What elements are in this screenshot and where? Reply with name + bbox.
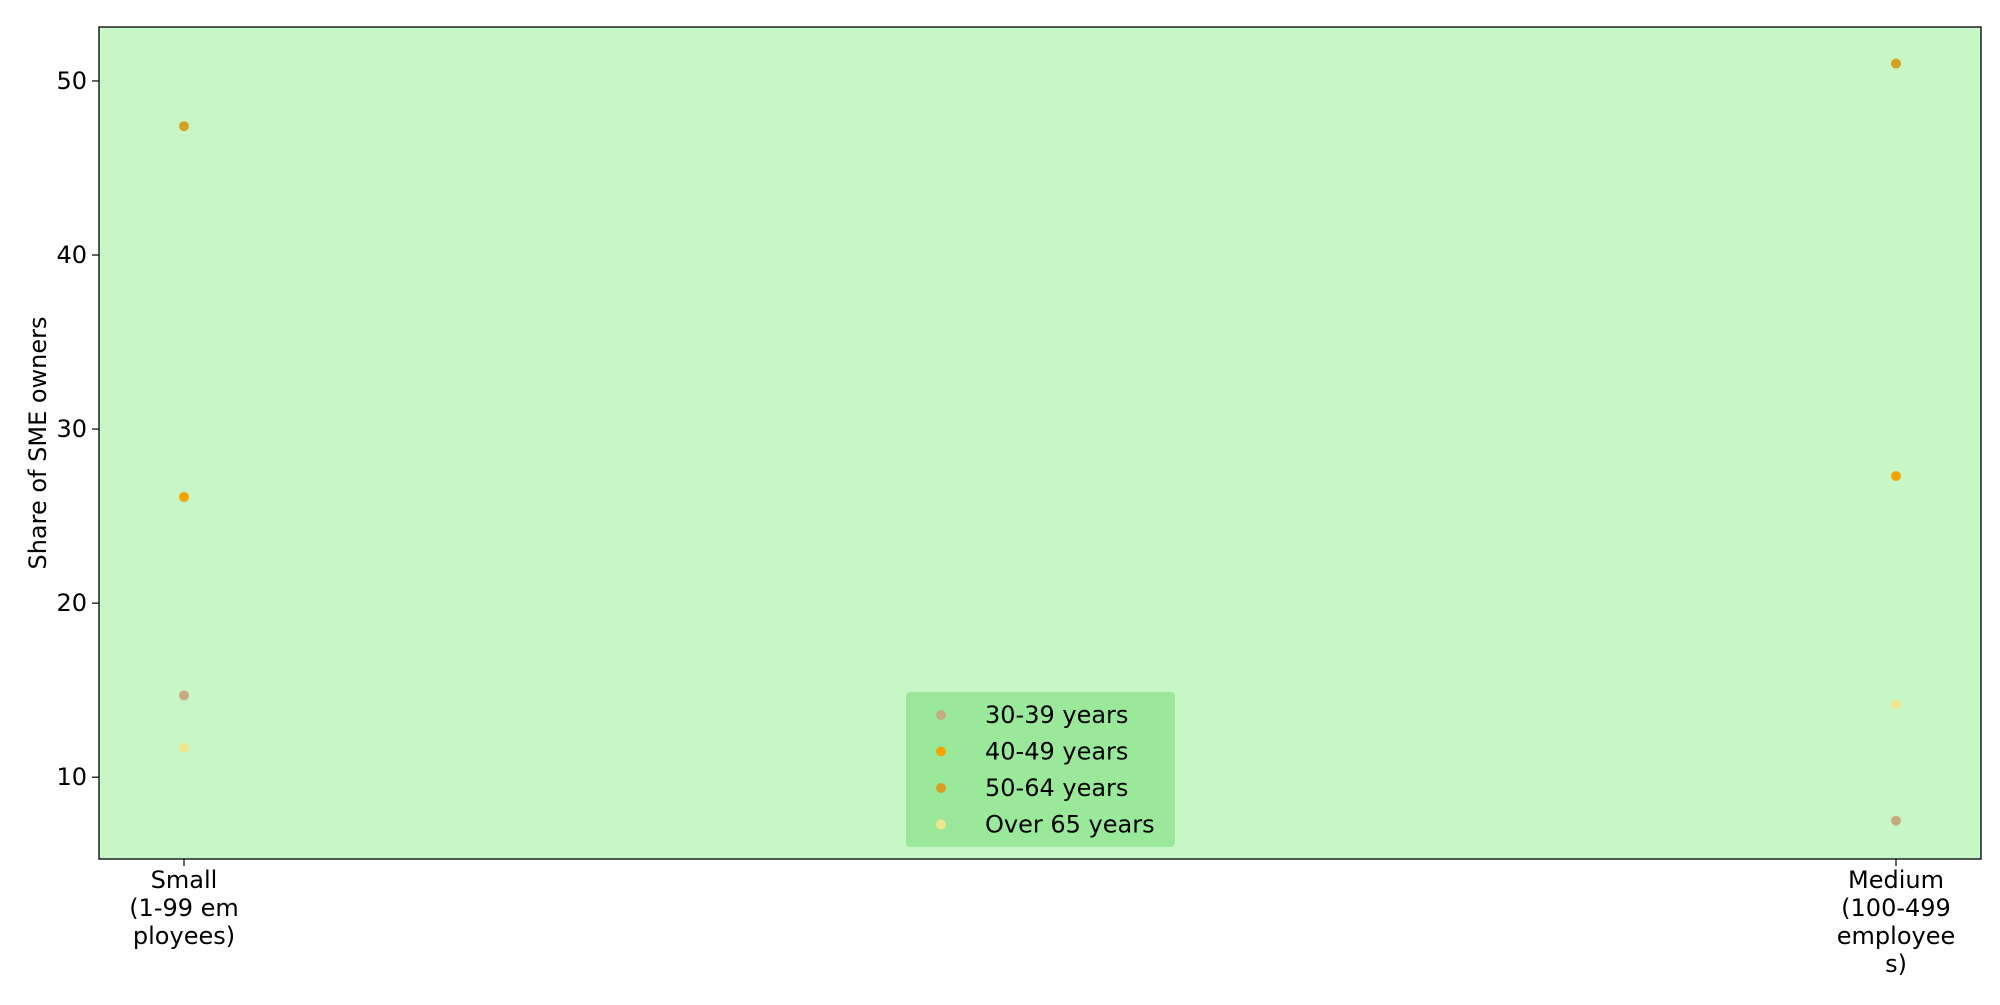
- y-tick-label: 50: [56, 67, 87, 95]
- legend-marker: [936, 746, 946, 757]
- x-tick-label: s): [1885, 950, 1907, 978]
- data-point: [179, 742, 189, 753]
- data-point: [1891, 58, 1901, 69]
- x-tick-label: (100-499: [1841, 894, 1951, 922]
- x-tick-label: Medium: [1848, 866, 1944, 894]
- legend-label: Over 65 years: [985, 811, 1155, 839]
- y-axis: 10 20 30 40 50: [56, 67, 99, 791]
- legend-marker: [936, 819, 946, 830]
- data-point: [179, 121, 189, 132]
- x-tick-label: ployees): [133, 922, 235, 950]
- legend-label: 40-49 years: [985, 738, 1128, 766]
- legend: 30-39 years 40-49 years 50-64 years Over 65…: [906, 692, 1175, 847]
- y-tick-label: 30: [56, 415, 87, 443]
- legend-marker: [936, 783, 946, 793]
- chart-svg: 10 20 30 40 50 Small(1-99 employees) Medium(1…: [24, 26, 1982, 978]
- x-tick-label: employee: [1837, 922, 1955, 950]
- y-tick-label: 40: [56, 241, 87, 269]
- data-point: [1891, 699, 1901, 710]
- y-axis-label: Share of SME owners: [24, 316, 52, 569]
- y-tick-label: 10: [56, 763, 87, 791]
- legend-label: 50-64 years: [985, 774, 1128, 802]
- y-tick-label: 20: [56, 589, 87, 617]
- data-point: [1891, 815, 1901, 826]
- x-tick-label: (1-99 em: [129, 894, 239, 922]
- legend-label: 30-39 years: [985, 701, 1128, 729]
- data-point: [179, 690, 189, 701]
- chart: 10 20 30 40 50 Small (1-99 em ployees) Medium (1…: [0, 0, 2000, 1000]
- data-point: [179, 491, 189, 502]
- legend-marker: [936, 710, 946, 720]
- data-point: [1891, 471, 1901, 482]
- x-tick-label: Small: [151, 866, 218, 894]
- x-axis: Small(1-99 employees) Medium(100-499emplo…: [129, 859, 1955, 978]
